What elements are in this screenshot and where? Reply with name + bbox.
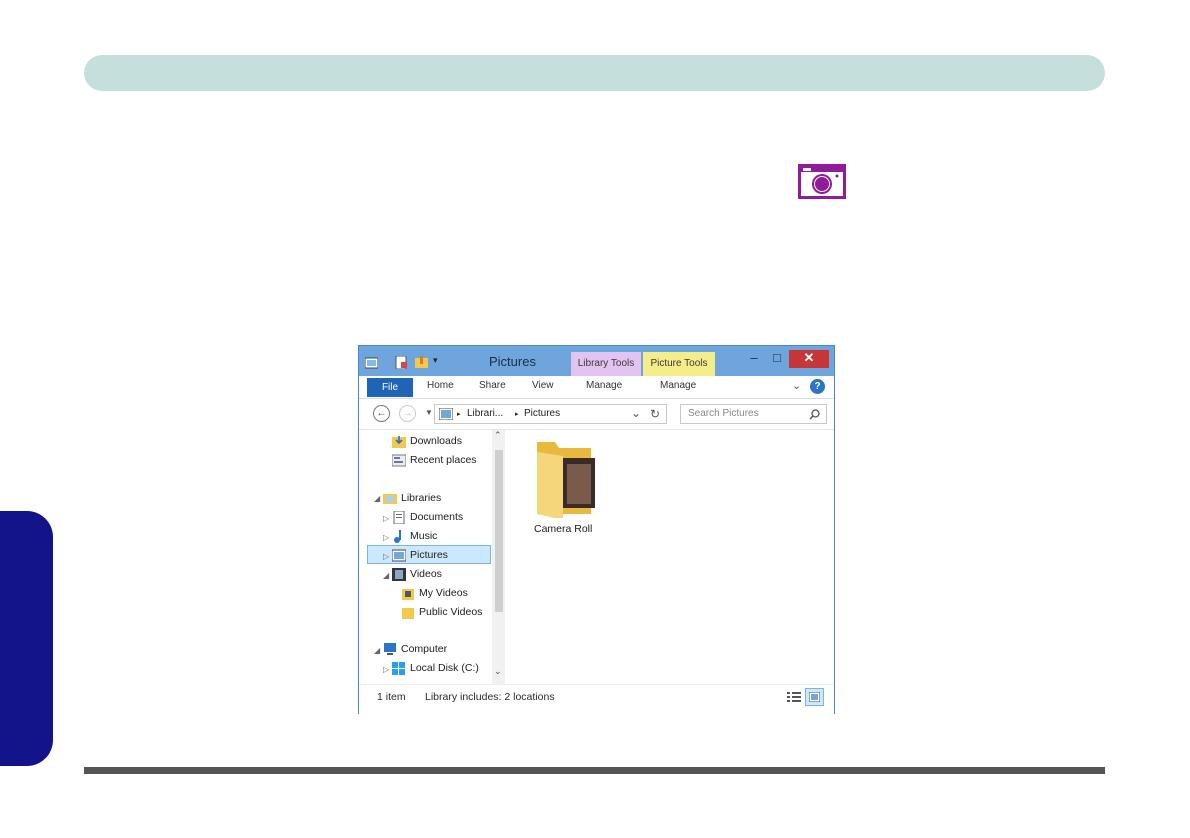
breadcrumb-separator-icon: ▸	[457, 411, 461, 418]
scrollbar-thumb[interactable]	[495, 450, 503, 612]
expanded-arrow-icon[interactable]: ◢	[383, 571, 389, 580]
videos-icon	[392, 568, 406, 581]
chevron-down-icon[interactable]: ⌄	[792, 379, 801, 392]
window-title: Pictures	[489, 354, 536, 369]
navigation-bar: ← → ▼ ↑ ▸ Librari... ▸ Pictures ⌄ ↻ Sear…	[359, 399, 834, 430]
tab-share[interactable]: Share	[479, 380, 506, 391]
search-input[interactable]: Search Pictures	[688, 408, 759, 419]
title-bar[interactable]: ▾ Pictures Library Tools Picture Tools –…	[359, 346, 834, 376]
maximize-button[interactable]: □	[767, 350, 787, 368]
search-icon[interactable]	[809, 409, 820, 420]
collapsed-arrow-icon[interactable]: ▷	[383, 665, 389, 674]
tab-view[interactable]: View	[532, 380, 554, 391]
expanded-arrow-icon[interactable]: ◢	[374, 494, 380, 503]
tab-manage-picture[interactable]: Manage	[660, 380, 696, 391]
downloads-folder-icon	[392, 436, 406, 448]
collapsed-arrow-icon[interactable]: ▷	[383, 533, 389, 542]
library-tools-tab[interactable]: Library Tools	[571, 352, 641, 376]
item-count: 1 item	[377, 691, 406, 703]
new-folder-icon[interactable]	[415, 356, 428, 369]
page-footer-rule	[84, 767, 1105, 774]
file-item-camera-roll[interactable]: Camera Roll	[529, 436, 609, 536]
pictures-icon	[392, 549, 406, 562]
local-disk-icon	[392, 662, 405, 675]
file-explorer-window: ▾ Pictures Library Tools Picture Tools –…	[358, 345, 835, 714]
file-tab[interactable]: File	[367, 378, 413, 397]
tab-home[interactable]: Home	[427, 380, 454, 391]
customize-quick-access-icon[interactable]: ▾	[433, 355, 438, 366]
minimize-button[interactable]: –	[743, 350, 765, 368]
library-locations: Library includes: 2 locations	[425, 691, 555, 703]
camera-icon	[798, 164, 846, 199]
folder-icon	[402, 589, 414, 600]
documents-icon	[393, 511, 405, 524]
navigation-pane: Downloads Recent places ◢ Libraries ▷ Do…	[359, 430, 492, 684]
page-header-bar	[84, 55, 1105, 91]
tab-manage-library[interactable]: Manage	[586, 380, 622, 391]
folder-icon	[402, 608, 414, 619]
ribbon-tabs: File Home Share View Manage Manage ⌄ ?	[359, 376, 834, 399]
search-box[interactable]: Search Pictures	[680, 404, 827, 424]
expanded-arrow-icon[interactable]: ◢	[374, 646, 380, 655]
scroll-up-icon[interactable]: ⌃	[494, 430, 502, 441]
address-bar[interactable]: ▸ Librari... ▸ Pictures ⌄ ↻	[434, 404, 667, 424]
music-icon	[394, 530, 401, 543]
scroll-down-icon[interactable]: ⌄	[494, 666, 502, 677]
pictures-library-icon	[439, 408, 453, 420]
library-folder-icon	[383, 494, 397, 504]
close-button[interactable]: ✕	[789, 350, 829, 368]
picture-tools-tab[interactable]: Picture Tools	[643, 352, 715, 376]
pictures-folder-icon	[537, 442, 595, 518]
window-folder-icon	[365, 357, 378, 369]
recent-locations-chevron-icon[interactable]: ▼	[425, 408, 433, 417]
file-list-area: Camera Roll	[505, 430, 834, 684]
details-view-icon[interactable]	[787, 691, 801, 704]
help-icon[interactable]: ?	[810, 379, 825, 394]
recent-places-icon	[392, 454, 406, 467]
address-dropdown-icon[interactable]: ⌄	[631, 406, 641, 420]
refresh-icon[interactable]: ↻	[650, 407, 660, 421]
forward-arrow-icon[interactable]: →	[399, 405, 416, 422]
large-icons-view-button[interactable]	[805, 688, 824, 706]
breadcrumb-libraries[interactable]: Librari...	[467, 408, 503, 419]
status-bar: 1 item Library includes: 2 locations	[359, 684, 834, 714]
large-icons-view-icon	[809, 692, 820, 702]
computer-icon	[384, 643, 396, 655]
side-chapter-tab	[0, 511, 53, 766]
breadcrumb-pictures[interactable]: Pictures	[524, 408, 560, 419]
properties-icon[interactable]	[395, 356, 408, 369]
file-item-label: Camera Roll	[534, 523, 593, 535]
back-arrow-icon[interactable]: ←	[373, 405, 390, 422]
collapsed-arrow-icon[interactable]: ▷	[383, 552, 389, 561]
breadcrumb-separator-icon: ▸	[515, 411, 519, 418]
collapsed-arrow-icon[interactable]: ▷	[383, 514, 389, 523]
